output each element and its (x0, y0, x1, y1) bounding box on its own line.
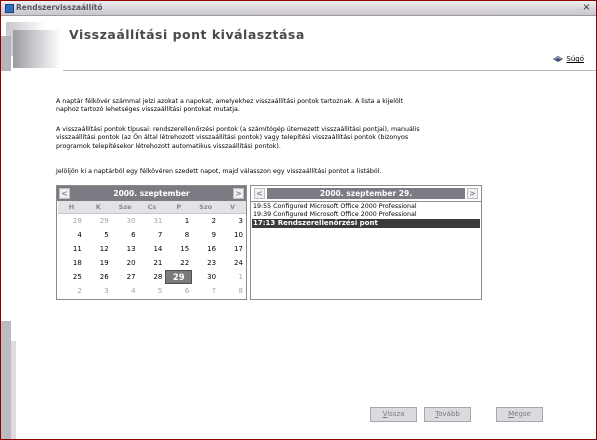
weekday-header: K (95, 203, 101, 211)
calendar-day[interactable]: 30 (112, 214, 139, 228)
calendar-day[interactable]: 28 (58, 214, 85, 228)
back-button[interactable]: Vissza (370, 407, 417, 422)
window-title: Rendszervisszaállító (16, 3, 103, 12)
weekday-header: Sze (118, 203, 132, 211)
calendar-day[interactable]: 26 (85, 270, 112, 284)
calendar-week-row: 28 29 30 31 1 2 3 (58, 214, 246, 228)
calendar-week-row: 4 5 6 7 8 9 10 (58, 228, 246, 242)
intro-text-line: programok telepítésekor létrehozott auto… (56, 142, 281, 150)
calendar-day[interactable]: 3 (219, 214, 246, 228)
weekday-header: H (68, 203, 75, 211)
previous-day-button[interactable]: < (254, 188, 265, 199)
calendar-day[interactable]: 7 (192, 284, 219, 298)
calendar-day[interactable]: 17 (219, 242, 246, 256)
restore-point-list-header: < 2000. szeptember 29. > (251, 186, 481, 202)
weekday-header: V (229, 203, 235, 211)
calendar-day[interactable]: 7 (139, 228, 166, 242)
calendar-day[interactable]: 11 (58, 242, 85, 256)
intro-paragraph-2: A visszaállítási pontok típusai: rendsze… (56, 126, 476, 151)
calendar-day[interactable]: 29 (85, 214, 112, 228)
calendar-day[interactable]: 21 (139, 256, 166, 270)
calendar-day[interactable]: 4 (112, 284, 139, 298)
calendar-day[interactable]: 5 (85, 228, 112, 242)
next-button[interactable]: Tovább (424, 407, 471, 422)
calendar-day-selected[interactable]: 29 (165, 270, 193, 284)
intro-paragraph-3: Jelöljön ki a naptárból egy félkövéren s… (56, 168, 382, 175)
calendar-day[interactable]: 8 (219, 284, 246, 298)
calendar-day[interactable]: 1 (165, 214, 192, 228)
calendar-day[interactable]: 5 (139, 284, 166, 298)
calendar-day[interactable]: 13 (112, 242, 139, 256)
calendar-day[interactable]: 18 (58, 256, 85, 270)
weekday-header: Szo (199, 203, 213, 211)
calendar-week-row: 18 19 20 21 22 23 24 (58, 256, 246, 270)
calendar-day[interactable]: 25 (58, 270, 85, 284)
calendar-day[interactable]: 14 (139, 242, 166, 256)
calendar-day[interactable]: 27 (112, 270, 139, 284)
intro-paragraph-1: A naptár félkövér számmal jelzi azokat a… (56, 98, 476, 115)
calendar-day[interactable]: 1 (219, 270, 246, 284)
cancel-button-label: égse (514, 410, 531, 418)
weekday-header: P (176, 203, 182, 211)
calendar-day[interactable]: 19 (85, 256, 112, 270)
calendar-month-title: 2000. szeptember (113, 189, 190, 198)
calendar-day[interactable]: 24 (219, 256, 246, 270)
calendar-day[interactable]: 20 (112, 256, 139, 270)
calendar-weekday-row: H K Sze Cs P Szo V (58, 201, 246, 214)
restore-point-item[interactable]: 19:39 Configured Microsoft Office 2000 P… (252, 211, 480, 219)
help-link-label: Súgó (566, 55, 584, 63)
calendar-day[interactable]: 8 (165, 228, 192, 242)
calendar-day[interactable]: 6 (112, 228, 139, 242)
calendar-day[interactable]: 30 (192, 270, 219, 284)
restore-calendar: < 2000. szeptember > H K Sze Cs P Szo V 28 29 30… (56, 185, 247, 300)
cancel-button[interactable]: Mégse (496, 407, 543, 422)
wizard-header (1, 16, 596, 71)
calendar-day[interactable]: 12 (85, 242, 112, 256)
intro-text-line: naphoz tartozó lehetséges visszaállítási… (56, 106, 240, 114)
calendar-next-month-button[interactable]: > (233, 188, 244, 199)
calendar-day[interactable]: 6 (165, 284, 192, 298)
calendar-day[interactable]: 23 (192, 256, 219, 270)
help-book-icon (553, 56, 564, 62)
calendar-header: < 2000. szeptember > (57, 186, 246, 201)
title-bar: Rendszervisszaállító × (1, 1, 596, 16)
system-restore-window: Rendszervisszaállító × Visszaállítási po… (0, 0, 597, 440)
restore-point-list[interactable]: 19:55 Configured Microsoft Office 2000 P… (252, 203, 480, 228)
decorative-left-strip (1, 71, 16, 439)
calendar-grid: H K Sze Cs P Szo V 28 29 30 31 1 2 3 4 5 6 7 8 9 10 11 12 13 14… (58, 201, 246, 298)
calendar-day[interactable]: 15 (165, 242, 192, 256)
calendar-week-row: 2345678 (58, 284, 246, 298)
calendar-day[interactable]: 4 (58, 228, 85, 242)
calendar-day[interactable]: 3 (85, 284, 112, 298)
system-restore-app-icon (5, 4, 14, 13)
next-day-button[interactable]: > (467, 188, 478, 199)
back-button-label: issza (387, 410, 405, 418)
page-title: Visszaállítási pont kiválasztása (69, 27, 305, 42)
calendar-day[interactable]: 2 (192, 214, 219, 228)
calendar-day[interactable]: 22 (165, 256, 192, 270)
calendar-day[interactable]: 10 (219, 228, 246, 242)
calendar-day[interactable]: 2 (58, 284, 85, 298)
calendar-day[interactable]: 28 (139, 270, 166, 284)
decorative-header-graphic (1, 16, 63, 72)
calendar-day[interactable]: 9 (192, 228, 219, 242)
calendar-day[interactable]: 31 (139, 214, 166, 228)
calendar-day[interactable]: 16 (192, 242, 219, 256)
next-button-label: ovább (438, 410, 460, 418)
close-icon[interactable]: × (581, 2, 592, 13)
restore-point-item-selected[interactable]: 17:13 Rendszerellenőrzési pont (252, 219, 480, 228)
selected-date-title: 2000. szeptember 29. (267, 188, 465, 199)
restore-point-item[interactable]: 19:55 Configured Microsoft Office 2000 P… (252, 203, 480, 211)
calendar-prev-month-button[interactable]: < (59, 188, 70, 199)
intro-text-line: visszaállítási pontok (az Ön által létre… (56, 134, 409, 142)
calendar-week-row: 11 12 13 14 15 16 17 (58, 242, 246, 256)
help-link[interactable]: Súgó (553, 55, 584, 63)
calendar-week-row: 25 26 27 28 29 30 1 (58, 270, 246, 284)
restore-point-list-panel: < 2000. szeptember 29. > 19:55 Configure… (250, 185, 482, 300)
weekday-header: Cs (147, 203, 157, 211)
